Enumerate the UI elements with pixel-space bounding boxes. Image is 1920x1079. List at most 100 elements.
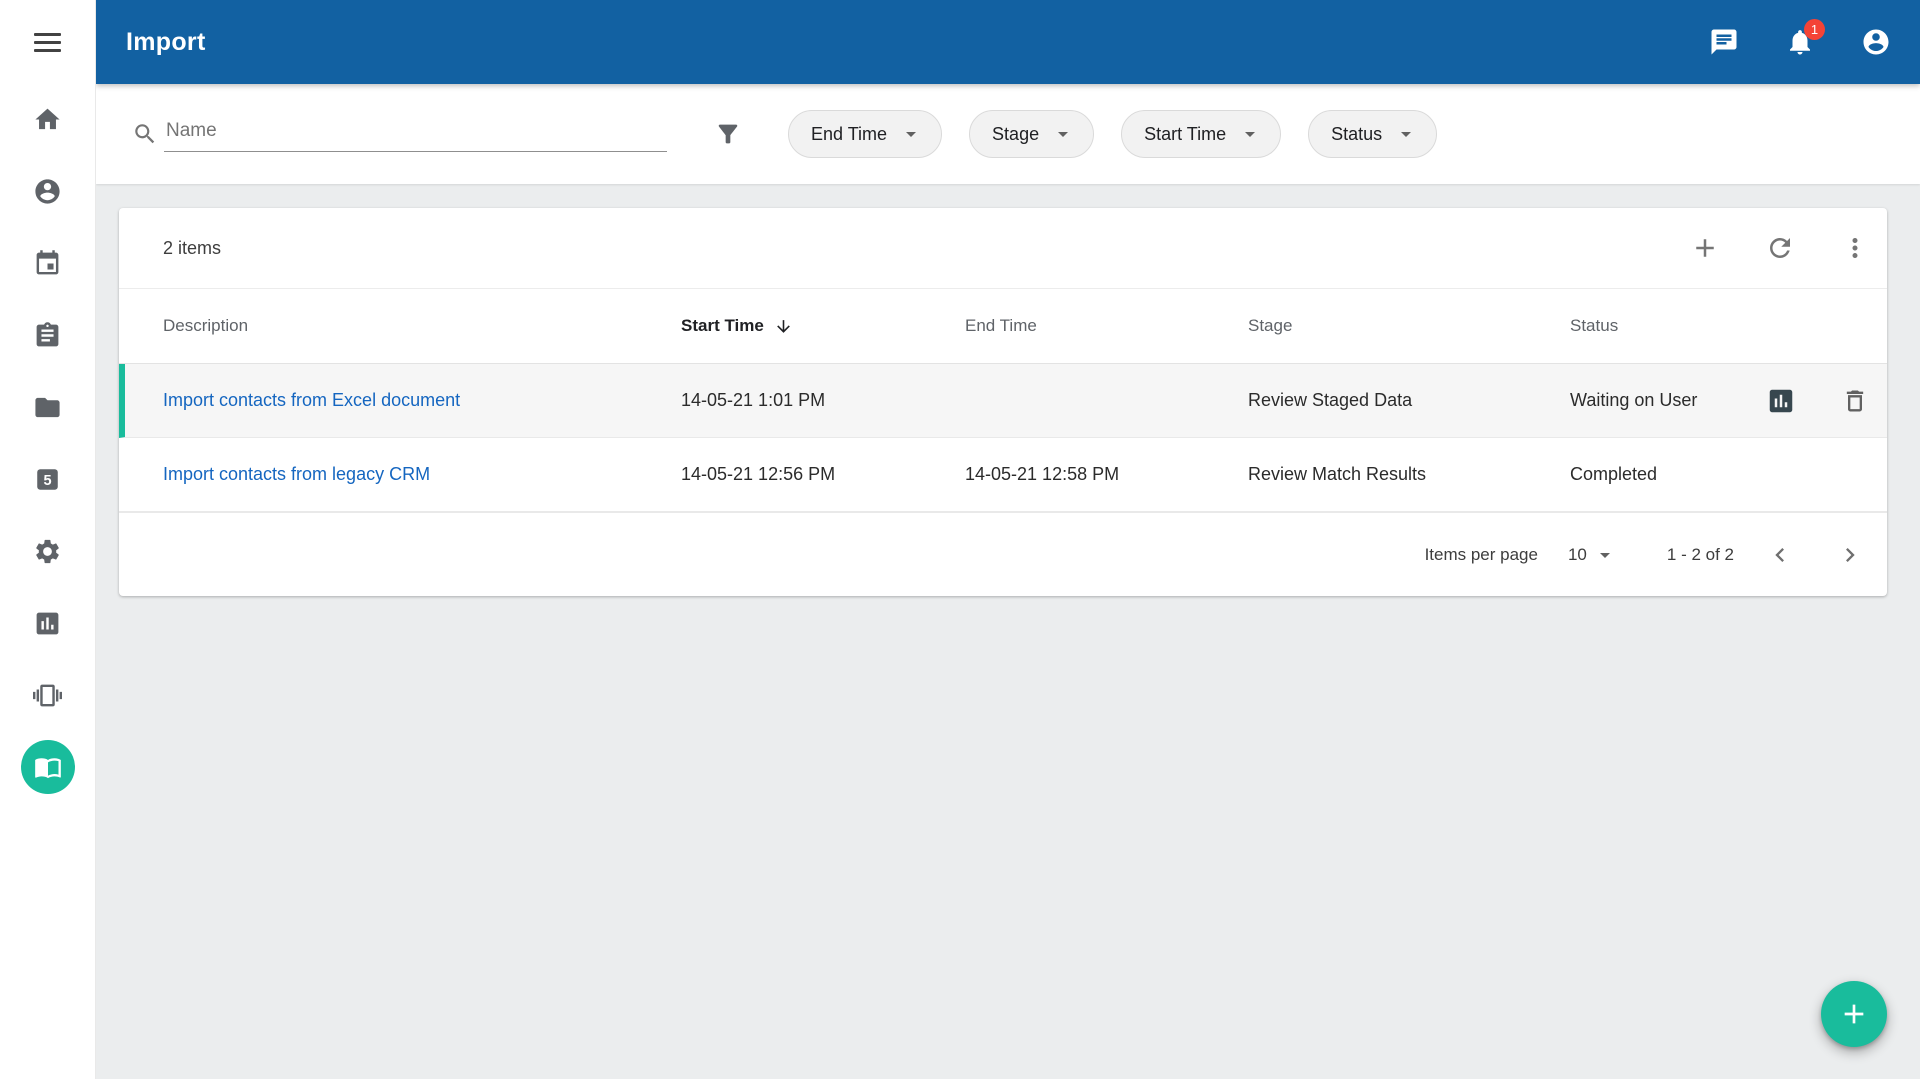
stage-cell: Review Staged Data bbox=[1248, 390, 1570, 411]
table-row: Import contacts from Excel document 14-0… bbox=[119, 364, 1887, 438]
page-range-label: 1 - 2 of 2 bbox=[1667, 545, 1734, 565]
chevron-down-icon bbox=[1394, 122, 1418, 146]
chip-label: Start Time bbox=[1144, 124, 1226, 145]
chevron-right-icon bbox=[1836, 541, 1864, 569]
sort-descending-icon bbox=[774, 317, 793, 336]
vibration-icon bbox=[33, 681, 62, 710]
column-header-status[interactable]: Status bbox=[1570, 316, 1755, 336]
plus-icon bbox=[1838, 998, 1870, 1030]
next-page-button[interactable] bbox=[1836, 541, 1864, 569]
active-item-circle bbox=[21, 740, 75, 794]
chevron-down-icon bbox=[1593, 543, 1617, 567]
description-cell: Import contacts from Excel document bbox=[163, 390, 681, 411]
search-input[interactable] bbox=[164, 116, 667, 152]
filter-funnel-button[interactable] bbox=[714, 120, 742, 148]
sidebar-item-calendar[interactable] bbox=[0, 227, 96, 299]
chip-label: Status bbox=[1331, 124, 1382, 145]
sidebar-item-account[interactable] bbox=[0, 155, 96, 227]
svg-text:5: 5 bbox=[43, 472, 51, 488]
column-header-end-time[interactable]: End Time bbox=[965, 316, 1248, 336]
chat-button[interactable] bbox=[1709, 27, 1739, 57]
plus-icon bbox=[1690, 233, 1720, 263]
sidebar-item-5[interactable]: 5 bbox=[0, 443, 96, 515]
assessment-icon bbox=[1766, 386, 1796, 416]
sidebar-item-reports[interactable] bbox=[0, 587, 96, 659]
chevron-down-icon bbox=[1238, 122, 1262, 146]
paginator: Items per page 10 1 - 2 of 2 bbox=[119, 512, 1887, 596]
account-avatar-icon bbox=[1861, 27, 1891, 57]
delete-button[interactable] bbox=[1841, 387, 1869, 415]
status-cell: Completed bbox=[1570, 464, 1755, 485]
filter-funnel-icon bbox=[714, 120, 742, 148]
column-header-start-time[interactable]: Start Time bbox=[681, 316, 965, 336]
chevron-down-icon bbox=[899, 122, 923, 146]
column-header-label: Start Time bbox=[681, 316, 764, 336]
filter-chip-stage[interactable]: Stage bbox=[969, 110, 1094, 158]
book-icon bbox=[34, 753, 62, 781]
hamburger-menu-button[interactable] bbox=[34, 33, 61, 52]
sidebar-item-notifications[interactable] bbox=[0, 659, 96, 731]
content-area: 2 items bbox=[96, 184, 1920, 596]
bar-chart-icon bbox=[33, 609, 62, 638]
chip-label: End Time bbox=[811, 124, 887, 145]
sidebar-item-files[interactable] bbox=[0, 371, 96, 443]
start-time-cell: 14-05-21 1:01 PM bbox=[681, 390, 965, 411]
stage-cell: Review Match Results bbox=[1248, 464, 1570, 485]
sidebar-item-import[interactable] bbox=[0, 731, 96, 803]
more-options-button[interactable] bbox=[1840, 233, 1870, 263]
chat-icon bbox=[1709, 27, 1739, 57]
chevron-down-icon bbox=[1051, 122, 1075, 146]
app-bar-actions: 1 bbox=[1709, 27, 1891, 57]
filter-chip-start-time[interactable]: Start Time bbox=[1121, 110, 1281, 158]
filter-bar: End Time Stage Start Time Status bbox=[96, 84, 1920, 184]
filter-chip-end-time[interactable]: End Time bbox=[788, 110, 942, 158]
import-link[interactable]: Import contacts from Excel document bbox=[163, 390, 460, 410]
items-count-label: 2 items bbox=[163, 238, 221, 259]
search-box bbox=[132, 116, 667, 152]
calendar-icon bbox=[33, 249, 62, 278]
add-import-fab[interactable] bbox=[1821, 981, 1887, 1047]
previous-page-button[interactable] bbox=[1766, 541, 1794, 569]
kebab-menu-icon bbox=[1840, 233, 1870, 263]
refresh-icon bbox=[1765, 233, 1795, 263]
add-import-button[interactable] bbox=[1690, 233, 1720, 263]
clipboard-icon bbox=[33, 321, 62, 350]
filter-chips: End Time Stage Start Time Status bbox=[788, 110, 1437, 158]
app-bar: Import 1 bbox=[96, 0, 1920, 84]
main-area: Import 1 bbox=[96, 0, 1920, 1079]
table-header-row: Description Start Time End Time Stage St… bbox=[119, 288, 1887, 364]
page-size-value: 10 bbox=[1568, 545, 1587, 565]
search-icon bbox=[132, 121, 158, 147]
chip-label: Stage bbox=[992, 124, 1039, 145]
view-report-button[interactable] bbox=[1766, 386, 1796, 416]
end-time-cell: 14-05-21 12:58 PM bbox=[965, 464, 1248, 485]
sidebar: 5 bbox=[0, 0, 96, 1079]
card-header: 2 items bbox=[119, 208, 1887, 288]
description-cell: Import contacts from legacy CRM bbox=[163, 464, 681, 485]
five-square-icon: 5 bbox=[33, 465, 62, 494]
sidebar-item-settings[interactable] bbox=[0, 515, 96, 587]
filter-chip-status[interactable]: Status bbox=[1308, 110, 1437, 158]
chevron-left-icon bbox=[1766, 541, 1794, 569]
imports-card: 2 items bbox=[119, 208, 1887, 596]
column-header-description[interactable]: Description bbox=[163, 316, 681, 336]
account-button[interactable] bbox=[1861, 27, 1891, 57]
notification-badge: 1 bbox=[1804, 19, 1825, 40]
trash-icon bbox=[1841, 387, 1869, 415]
sidebar-nav: 5 bbox=[0, 83, 96, 803]
home-icon bbox=[33, 105, 62, 134]
page-title: Import bbox=[126, 28, 206, 57]
settings-gear-icon bbox=[33, 537, 62, 566]
sidebar-item-home[interactable] bbox=[0, 83, 96, 155]
import-link[interactable]: Import contacts from legacy CRM bbox=[163, 464, 430, 484]
folder-icon bbox=[33, 393, 62, 422]
account-circle-icon bbox=[33, 177, 62, 206]
page-size-select[interactable]: 10 bbox=[1568, 543, 1617, 567]
notifications-button[interactable]: 1 bbox=[1785, 27, 1815, 57]
sidebar-item-tasks[interactable] bbox=[0, 299, 96, 371]
row-actions bbox=[1755, 386, 1887, 416]
column-header-stage[interactable]: Stage bbox=[1248, 316, 1570, 336]
refresh-button[interactable] bbox=[1765, 233, 1795, 263]
start-time-cell: 14-05-21 12:56 PM bbox=[681, 464, 965, 485]
items-per-page-label: Items per page bbox=[1425, 545, 1538, 565]
